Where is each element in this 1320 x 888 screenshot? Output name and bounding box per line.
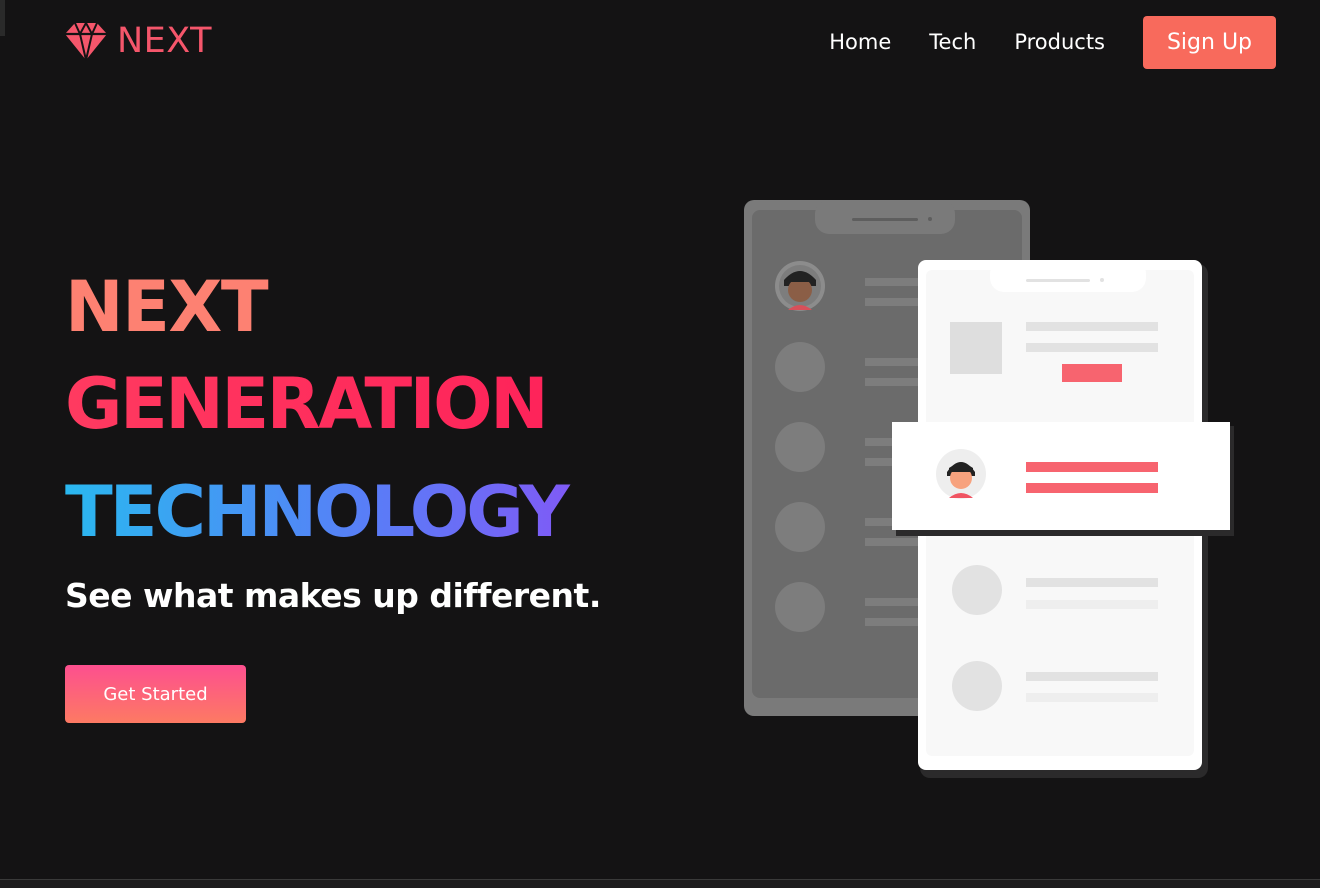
phone-mockups-illustration: [730, 190, 1250, 790]
nav-link-products[interactable]: Products: [1014, 16, 1105, 69]
hero-title-line-technology: TECHNOLOGY: [65, 456, 685, 568]
hero-subtitle: See what makes up different.: [65, 576, 601, 615]
hero-title-line-generation: GENERATION: [65, 352, 685, 456]
diamond-icon: [64, 21, 108, 61]
highlighted-card: [892, 422, 1234, 536]
brand-logo[interactable]: NEXT: [64, 18, 212, 64]
navbar: NEXT Home Tech Products Sign Up: [0, 0, 1320, 86]
hero-title: NEXT GENERATION TECHNOLOGY: [65, 262, 685, 568]
brand-name: NEXT: [117, 21, 213, 61]
get-started-button[interactable]: Get Started: [65, 665, 246, 723]
nav-link-home[interactable]: Home: [829, 16, 891, 69]
hero-title-line-next: NEXT: [65, 266, 269, 348]
hero-section: NEXT GENERATION TECHNOLOGY See what make…: [65, 262, 685, 618]
bottom-taskbar-edge: [0, 879, 1320, 888]
nav-link-tech[interactable]: Tech: [929, 16, 976, 69]
nav-menu: Home Tech Products Sign Up: [829, 16, 1276, 69]
signup-button[interactable]: Sign Up: [1143, 16, 1276, 69]
